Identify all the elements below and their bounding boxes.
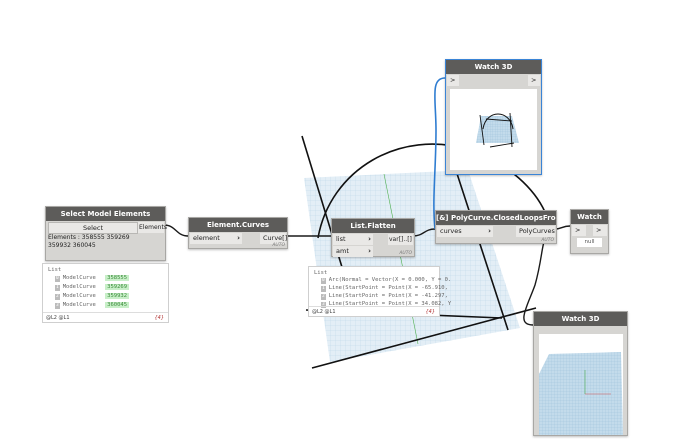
output-port[interactable]: > (593, 225, 607, 236)
viewport-grid (539, 352, 623, 435)
element-curves-node[interactable]: Element.Curves element › Curve[] AUTO (188, 217, 288, 249)
node-title: Select Model Elements (46, 207, 165, 221)
input-port-list[interactable]: list › (333, 234, 373, 245)
select-button[interactable]: Select (48, 222, 138, 234)
preview-item-count: {4} (425, 309, 435, 315)
chevron-right-icon: › (488, 227, 491, 235)
watch-node[interactable]: Watch > > null (570, 209, 609, 254)
output-port-polycurves[interactable]: PolyCurves (516, 226, 555, 237)
chevron-right-icon: › (368, 247, 371, 255)
node-title: Watch 3D (534, 312, 627, 326)
input-port[interactable]: > (447, 75, 459, 86)
lacing-label: AUTO (541, 238, 554, 243)
preview-level-footer: @L2 @L1 (312, 309, 336, 315)
output-port-var[interactable]: var[]..[] (388, 234, 413, 245)
list-item: 0 Arc(Normal = Vector(X = 0.000, Y = 0. (321, 277, 452, 284)
output-port[interactable]: > (528, 75, 540, 86)
preview-level-footer: @L2 @L1 (46, 315, 70, 321)
node-title: [&] PolyCurve.ClosedLoopsFromCurves (436, 211, 556, 225)
list-item: 0 ModelCurve 358555 (55, 275, 130, 282)
polycurve-closed-loops-node[interactable]: [&] PolyCurve.ClosedLoopsFromCurves curv… (435, 210, 557, 244)
watch3d-viewport[interactable] (450, 89, 537, 170)
selection-info-text: Elements : 358555 359269 359932 360045 (48, 234, 130, 249)
output-port-elements[interactable]: Elements (138, 222, 167, 233)
watch-value: null (577, 238, 602, 247)
preview-list-header: List (48, 267, 62, 273)
flatten-preview-bubble: List 0 Arc(Normal = Vector(X = 0.000, Y =… (308, 266, 451, 317)
lacing-label: AUTO (399, 251, 412, 256)
preview-item-count: {4} (154, 315, 164, 321)
list-item: 1 Line(StartPoint = Point(X = -65.910, (321, 285, 448, 292)
node-title: Element.Curves (189, 218, 287, 232)
watch3d-top-node[interactable]: Watch 3D > > (445, 59, 542, 175)
wire-select-to-curves (163, 224, 189, 237)
lacing-label: AUTO (272, 243, 285, 248)
node-title: Watch 3D (446, 60, 541, 74)
list-item: 2 ModelCurve 359932 (55, 293, 130, 300)
input-port-amt[interactable]: amt › (333, 246, 373, 257)
viewport-geometry (476, 112, 519, 148)
list-flatten-node[interactable]: List.Flatten list › amt › var[]..[] AUTO (331, 218, 415, 257)
node-title: Watch (571, 210, 608, 224)
watch3d-bottom-node[interactable]: Watch 3D (533, 311, 628, 436)
input-port-element[interactable]: element › (190, 233, 242, 244)
watch3d-viewport[interactable] (539, 334, 623, 435)
input-port[interactable]: > (572, 225, 586, 236)
input-port-curves[interactable]: curves › (437, 226, 493, 237)
list-item: 3 ModelCurve 360045 (55, 302, 130, 309)
list-item: 1 ModelCurve 359269 (55, 284, 130, 291)
chevron-right-icon: › (368, 235, 371, 243)
select-model-elements-node[interactable]: Select Model Elements Select Elements El… (45, 206, 167, 261)
node-title: List.Flatten (332, 219, 414, 233)
chevron-right-icon: › (237, 234, 240, 242)
list-item: 2 Line(StartPoint = Point(X = -41.297, (321, 293, 448, 300)
wire-polycurve-to-watch (554, 225, 571, 230)
select-preview-bubble: List 0 ModelCurve 358555 1 ModelCurve 3592… (42, 263, 169, 323)
